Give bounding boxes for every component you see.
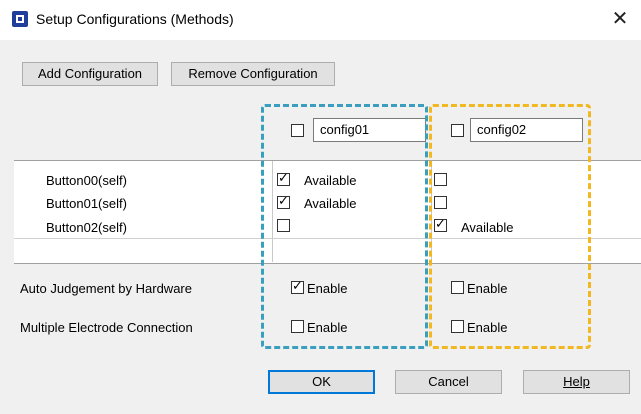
row-label-button00: Button00(self) [46,173,127,188]
close-icon[interactable]: ✕ [607,6,633,32]
add-configuration-button[interactable]: Add Configuration [22,62,158,86]
row-label-button01: Button01(self) [46,196,127,211]
ok-button[interactable]: OK [268,370,375,394]
multiple-electrode-label: Multiple Electrode Connection [20,320,193,335]
config01-highlight-box [261,104,428,349]
app-icon [12,11,28,27]
auto-judgement-label: Auto Judgement by Hardware [20,281,192,296]
window-title: Setup Configurations (Methods) [36,11,234,27]
row-label-button02: Button02(self) [46,220,127,235]
help-button[interactable]: Help [523,370,630,394]
remove-configuration-button[interactable]: Remove Configuration [171,62,335,86]
config02-highlight-box [429,104,591,349]
title-bar: Setup Configurations (Methods) ✕ [0,0,641,40]
cancel-button[interactable]: Cancel [395,370,502,394]
